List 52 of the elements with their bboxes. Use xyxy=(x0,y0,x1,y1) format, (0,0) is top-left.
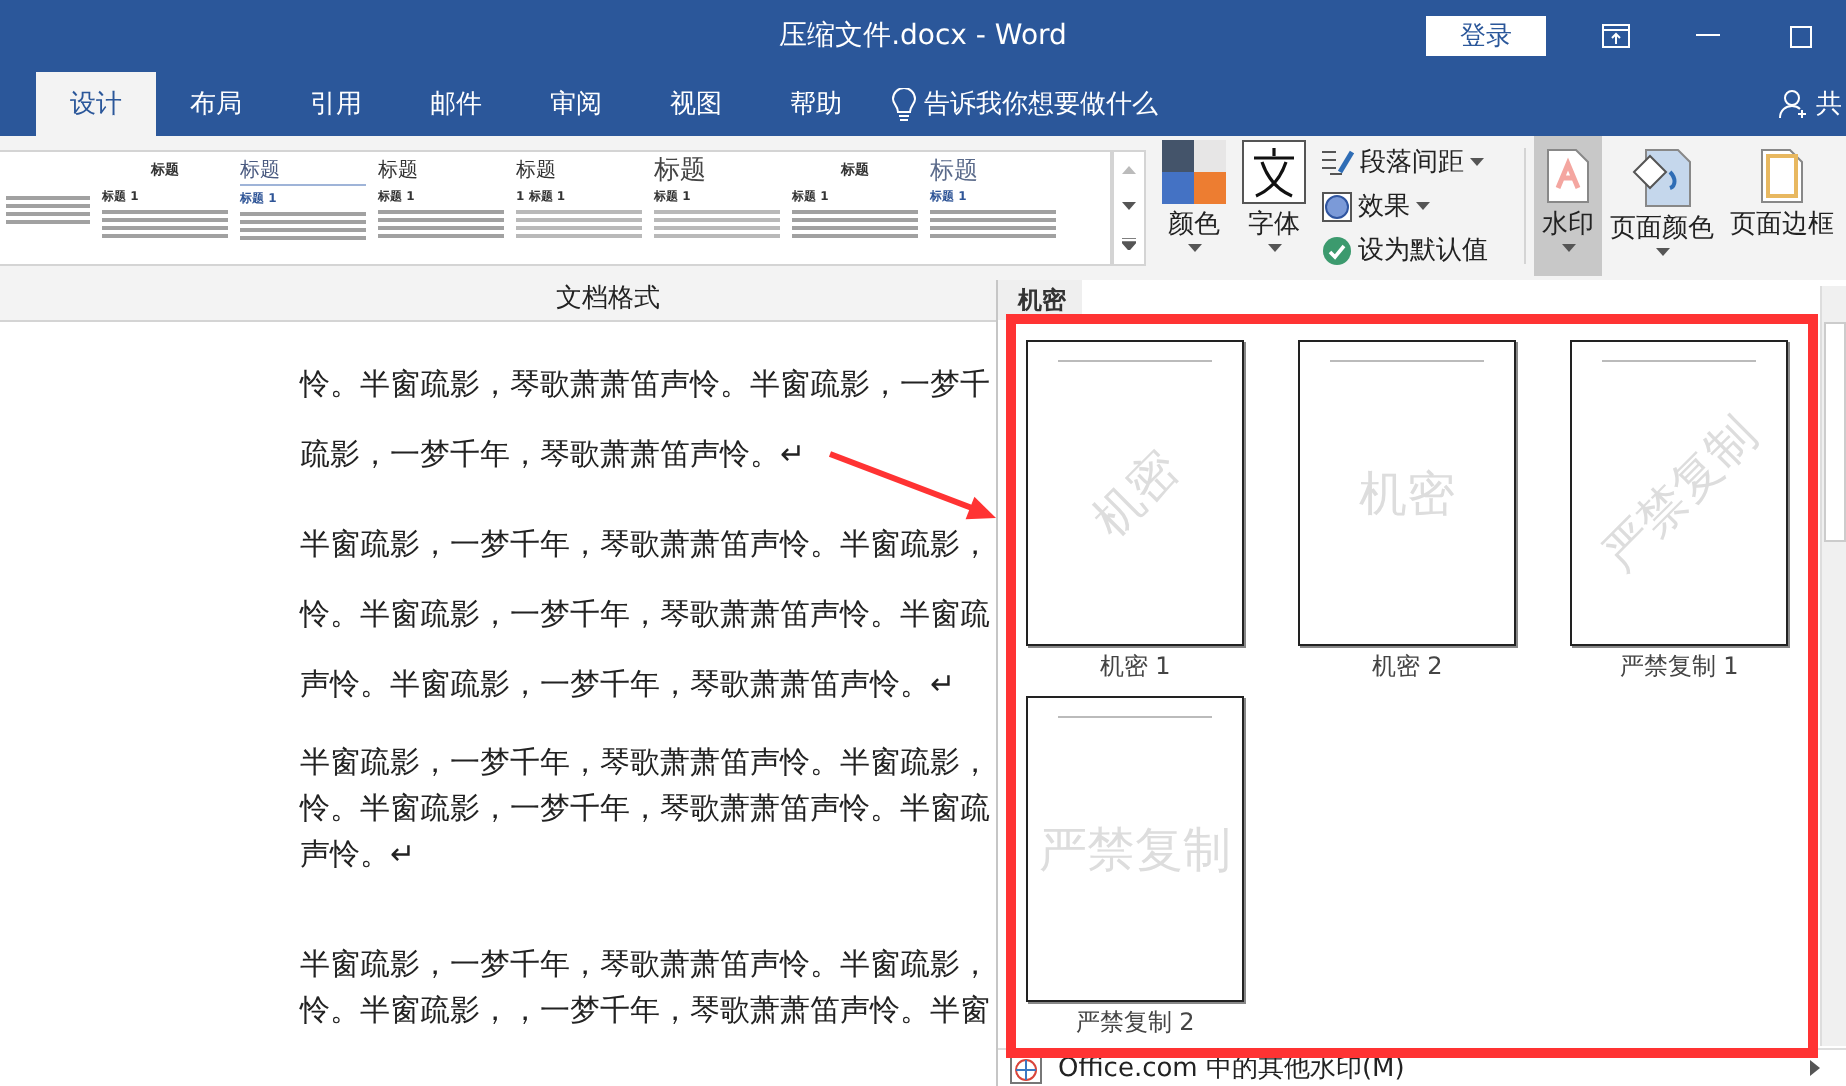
ribbon-tab[interactable]: 帮助 xyxy=(756,72,876,136)
watermark-icon xyxy=(1546,148,1590,204)
maximize-icon[interactable] xyxy=(1789,25,1811,47)
person-add-icon[interactable] xyxy=(1778,88,1810,120)
ribbon-tab[interactable]: 邮件 xyxy=(396,72,516,136)
page-border-icon xyxy=(1760,148,1804,204)
ribbon-tab[interactable]: 设计 xyxy=(36,72,156,136)
color-palette-icon xyxy=(1162,140,1226,204)
minimize-icon[interactable] xyxy=(1696,34,1720,38)
ribbon-tab[interactable]: 布局 xyxy=(156,72,276,136)
share-button[interactable]: 共 xyxy=(1816,86,1842,122)
document-text-line: 半窗疏影，一梦千年，琴歌萧萧笛声怜。半窗疏影， xyxy=(300,944,990,986)
document-text-line: 声怜。半窗疏影，一梦千年，琴歌萧萧笛声怜。↵ xyxy=(300,664,956,706)
more-styles-icon[interactable] xyxy=(1122,238,1136,250)
page-color-button[interactable]: 页面颜色 xyxy=(1602,136,1722,276)
sign-in-button[interactable]: 登录 xyxy=(1426,16,1546,56)
effects-button[interactable]: 效果 xyxy=(1322,188,1488,224)
document-text-line: 怜。半窗疏影，琴歌萧萧笛声怜。半窗疏影，一梦千 xyxy=(300,364,990,406)
dropdown-caret-icon xyxy=(1655,248,1669,256)
tell-me-search[interactable]: 告诉我你想要做什么 xyxy=(924,86,1158,122)
group-label: 文档格式 xyxy=(556,282,660,316)
checkmark-circle-icon xyxy=(1322,235,1352,265)
ribbon-tab[interactable]: 引用 xyxy=(276,72,396,136)
document-text-line: 怜。半窗疏影，一梦千年，琴歌萧萧笛声怜。半窗疏 xyxy=(300,594,990,636)
colors-button[interactable]: 颜色 xyxy=(1154,136,1234,276)
document-text-line: 疏影，一梦千年，琴歌萧萧笛声怜。↵ xyxy=(300,434,806,476)
dropdown-caret-icon xyxy=(1416,202,1430,210)
page-border-button[interactable]: 页面边框 xyxy=(1722,136,1842,276)
document-text-line: 半窗疏影，一梦千年，琴歌萧萧笛声怜。半窗疏影， xyxy=(300,524,990,566)
watermark-button[interactable]: 水印 xyxy=(1534,136,1602,276)
document-text-line: 怜。半窗疏影，，一梦千年，琴歌萧萧笛声怜。半窗 xyxy=(300,990,990,1032)
ribbon-tab[interactable]: 视图 xyxy=(636,72,756,136)
document-text-line: 怜。半窗疏影，一梦千年，琴歌萧萧笛声怜。半窗疏 xyxy=(300,788,990,830)
dropdown-caret-icon xyxy=(1561,244,1575,252)
ribbon-tab[interactable]: 审阅 xyxy=(516,72,636,136)
document-text-line: 声怜。↵ xyxy=(300,834,416,876)
set-as-default-button[interactable]: 设为默认值 xyxy=(1322,232,1488,268)
effects-circle-icon xyxy=(1322,191,1352,221)
submenu-arrow-icon xyxy=(1810,1060,1820,1076)
lightbulb-icon xyxy=(892,87,916,121)
dropdown-caret-icon xyxy=(1187,244,1201,252)
document-text-line: 半窗疏影，一梦千年，琴歌萧萧笛声怜。半窗疏影， xyxy=(300,742,990,784)
scrollbar[interactable] xyxy=(1820,286,1846,1046)
dropdown-caret-icon xyxy=(1470,158,1484,166)
fonts-button[interactable]: 字体 xyxy=(1234,136,1314,276)
scroll-down-icon[interactable] xyxy=(1122,202,1136,210)
window-title: 压缩文件.docx - Word xyxy=(779,18,1067,54)
paragraph-spacing-button[interactable]: 段落间距 xyxy=(1322,144,1488,180)
paragraph-spacing-icon xyxy=(1322,148,1354,176)
page-paint-icon xyxy=(1630,148,1694,208)
ribbon-display-icon[interactable] xyxy=(1602,24,1630,48)
dropdown-caret-icon xyxy=(1267,244,1281,252)
